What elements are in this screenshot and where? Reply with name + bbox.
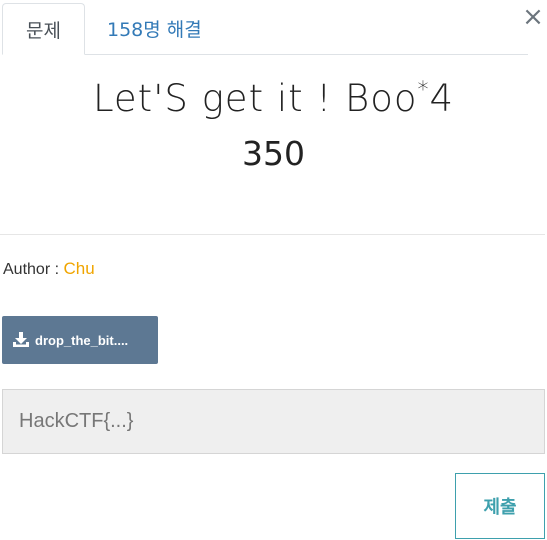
close-icon[interactable]: ×	[521, 3, 545, 31]
challenge-title-sup: *	[417, 78, 430, 103]
tab-bar: 문제 158명 해결	[2, 0, 528, 55]
author-line: Author : Chu	[3, 259, 95, 279]
tab-challenge[interactable]: 문제	[2, 3, 85, 55]
tab-challenge-label: 문제	[26, 19, 61, 42]
submit-label: 제출	[483, 497, 517, 518]
flag-input[interactable]	[2, 389, 545, 454]
author-name: Chu	[63, 259, 95, 278]
challenge-modal: 문제 158명 해결 × Let'S get it ! Boo*4 350 Au…	[0, 0, 547, 540]
submit-button[interactable]: 제출	[455, 473, 545, 539]
challenge-points: 350	[242, 134, 305, 173]
divider	[0, 234, 545, 235]
tab-solves[interactable]: 158명 해결	[85, 3, 224, 54]
challenge-title: Let'S get it ! Boo*4	[0, 72, 547, 126]
file-name: drop_the_bit....	[35, 332, 129, 348]
download-icon	[13, 332, 29, 347]
challenge-title-tail: 4	[429, 77, 455, 120]
challenge-title-main: Let'S get it ! Boo	[92, 77, 418, 120]
tab-solves-label: 158명 해결	[107, 19, 202, 41]
file-download-button[interactable]: drop_the_bit....	[2, 316, 158, 364]
author-label: Author :	[3, 261, 64, 278]
